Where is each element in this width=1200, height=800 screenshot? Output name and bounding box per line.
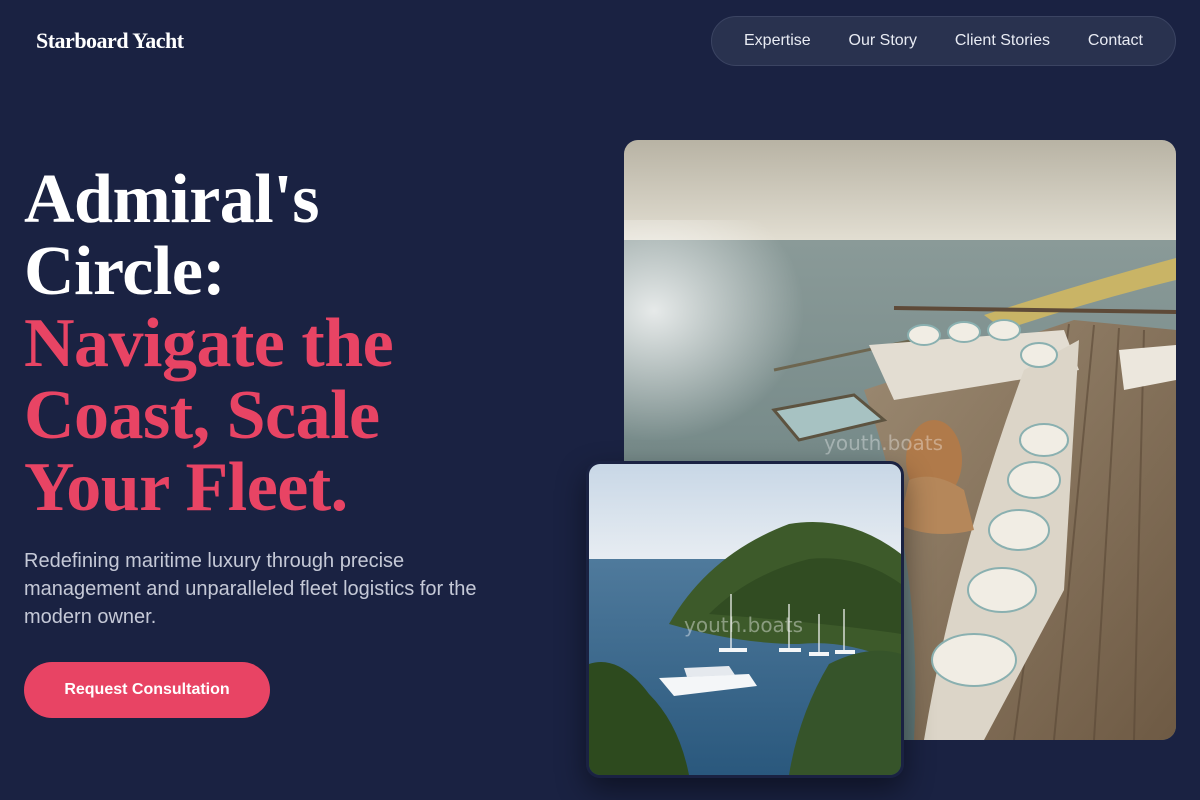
logo[interactable]: Starboard Yacht — [36, 28, 184, 54]
nav-link-contact[interactable]: Contact — [1088, 32, 1143, 50]
small-image-watermark: youth.boats — [684, 613, 803, 637]
headline-accent-line-3: Your Fleet. — [24, 449, 348, 526]
headline-accent-line-1: Navigate the — [24, 305, 394, 382]
nav-link-expertise[interactable]: Expertise — [744, 32, 811, 50]
request-consultation-button[interactable]: Request Consultation — [24, 662, 270, 718]
main-nav: Expertise Our Story Client Stories Conta… — [711, 16, 1176, 66]
hero-subtext: Redefining maritime luxury through preci… — [24, 550, 477, 628]
headline-line-1: Admiral's — [24, 161, 319, 238]
cove-yacht-image: youth.boats — [586, 461, 904, 778]
nav-link-our-story[interactable]: Our Story — [849, 32, 917, 50]
headline-accent-line-2: Coast, Scale — [24, 377, 380, 454]
main-image-watermark: youth.boats — [824, 431, 943, 455]
headline-line-2: Circle: — [24, 233, 226, 310]
nav-link-client-stories[interactable]: Client Stories — [955, 32, 1050, 50]
hero-headline: Admiral's Circle: Navigate the Coast, Sc… — [24, 164, 584, 524]
